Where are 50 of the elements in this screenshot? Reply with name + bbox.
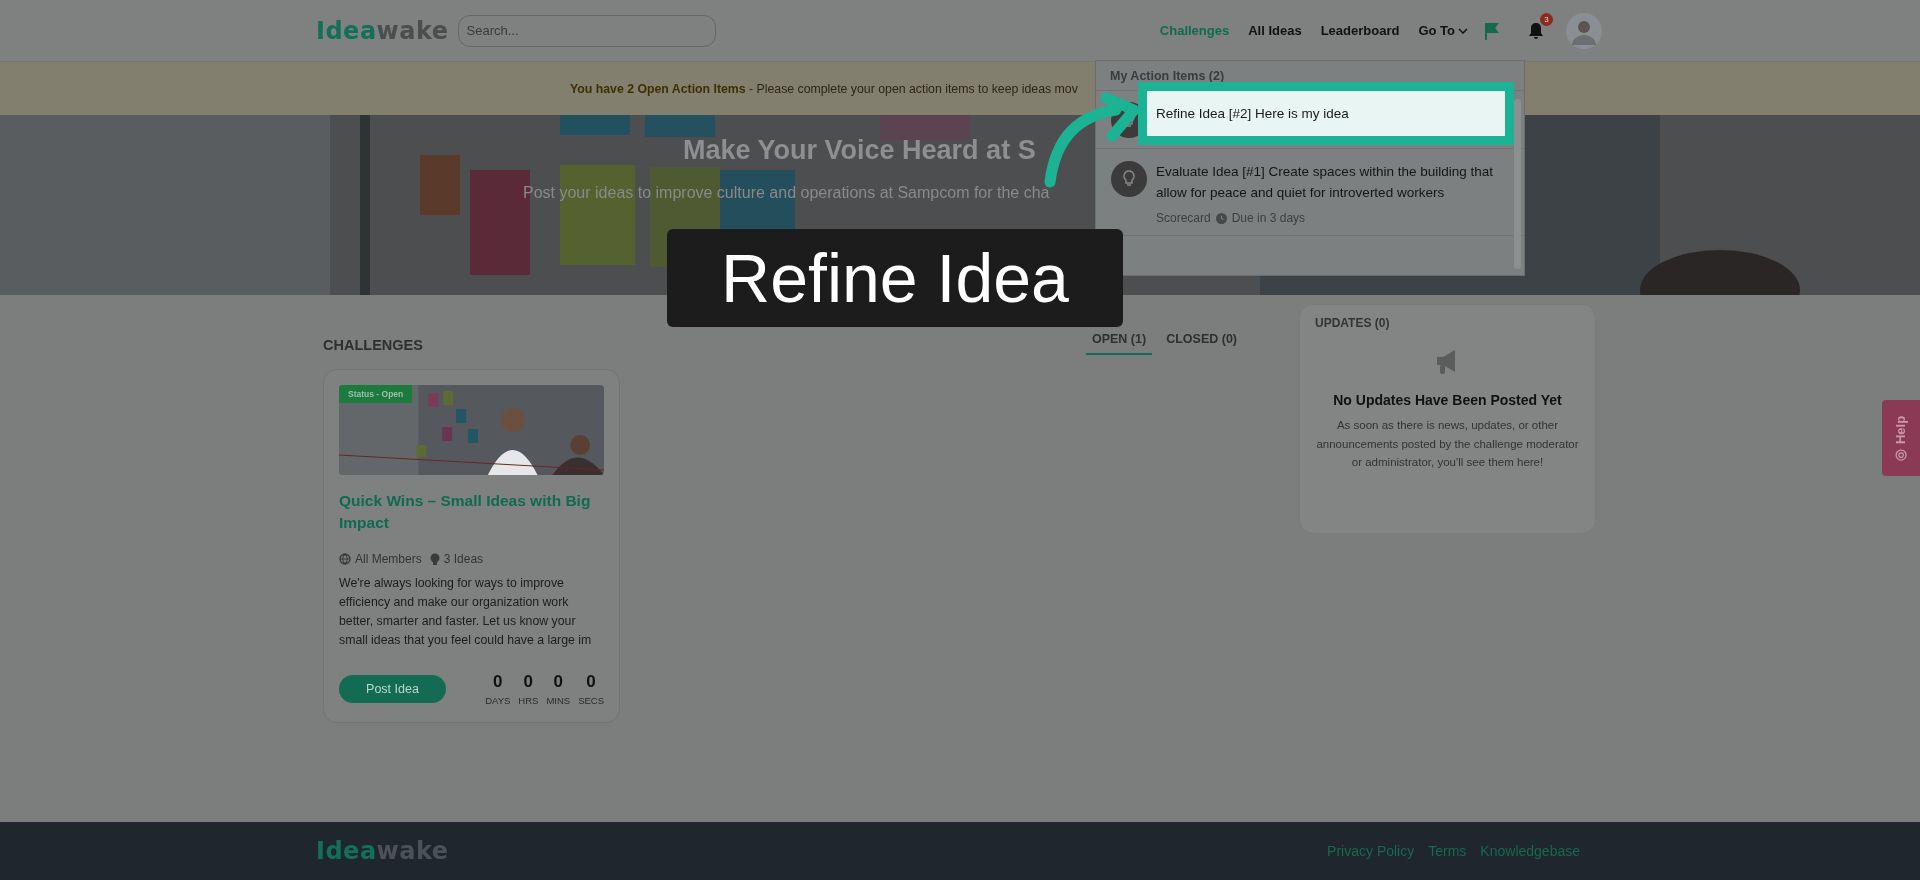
- countdown-value: 0: [523, 672, 534, 692]
- post-idea-button[interactable]: Post Idea: [339, 675, 446, 703]
- countdown-unit: HRS: [518, 695, 539, 706]
- countdown-value: 0: [493, 672, 503, 692]
- hero-title: Make Your Voice Heard at S: [683, 135, 1036, 166]
- nav-link[interactable]: Go To: [1418, 23, 1468, 38]
- highlighted-item[interactable]: Refine Idea [#2] Here is my idea: [1147, 91, 1505, 136]
- nav-link[interactable]: Leaderboard: [1320, 23, 1400, 38]
- notification-badge: 3: [1540, 12, 1553, 26]
- tab[interactable]: OPEN (1): [1085, 329, 1153, 355]
- banner-text: You have 2 Open Action Items - Please complete your open action items to keep ideas mov: [570, 81, 1078, 96]
- footer-link[interactable]: Privacy Policy: [1327, 843, 1415, 859]
- bulb-icon: [429, 552, 440, 566]
- lifebuoy-icon: [1895, 448, 1907, 461]
- tutorial-caption: Refine Idea: [667, 229, 1123, 327]
- nav-link[interactable]: All Ideas: [1248, 23, 1302, 38]
- flag-icon[interactable]: [1484, 21, 1500, 40]
- panel-title: UPDATES (0): [1315, 316, 1390, 330]
- hero-subtitle: Post your ideas to improve culture and operations at Sampcom for the cha: [523, 184, 1050, 202]
- clock-icon: [1215, 212, 1227, 224]
- empty-state-text: As soon as there is news, updates, or other announcements posted by the challenge moderator or administrator, you'll see them here!: [1315, 418, 1580, 470]
- lightbulb-icon: [1111, 161, 1147, 197]
- countdown-value: 0: [586, 672, 596, 692]
- countdown-unit: SECS: [578, 695, 604, 706]
- countdown-unit: DAYS: [485, 695, 511, 706]
- section-title: CHALLENGES: [323, 336, 424, 353]
- action-type: Scorecard: [1156, 211, 1211, 225]
- avatar-icon[interactable]: [1566, 12, 1602, 49]
- help-label: Help: [1893, 415, 1909, 444]
- nav-link[interactable]: Challenges: [1159, 23, 1230, 38]
- countdown-unit: MINS: [546, 695, 571, 706]
- bell-icon[interactable]: [1528, 21, 1544, 40]
- footer-link[interactable]: Terms: [1428, 843, 1467, 859]
- due-label: Due in 3 days: [1231, 211, 1306, 225]
- status-badge: Status - Open: [339, 385, 413, 403]
- action-item-text[interactable]: Evaluate Idea [#1] Create spaces within the building that allow for peace and quiet for introverted workers: [1156, 161, 1504, 203]
- ideas-count: 3 Ideas: [443, 552, 484, 566]
- tab[interactable]: CLOSED (0): [1160, 329, 1243, 355]
- challenge-description: We're always looking for ways to improve efficiency and make our organization work better, smarter and faster. Let us know your small ideas that you feel could have a large im: [339, 575, 593, 649]
- help-tab[interactable]: Help: [1882, 400, 1920, 476]
- challenge-card[interactable]: [323, 369, 620, 723]
- footer-link[interactable]: Knowledgebase: [1480, 843, 1580, 859]
- caret-icon: [1458, 27, 1468, 34]
- search-field[interactable]: Search...: [457, 14, 716, 47]
- scrollbar[interactable]: [1514, 99, 1521, 269]
- audience-label: All Members: [355, 552, 422, 566]
- countdown-value: 0: [553, 672, 563, 692]
- empty-state-heading: No Updates Have Been Posted Yet: [1333, 392, 1562, 408]
- globe-icon: [339, 553, 351, 565]
- challenge-title[interactable]: Quick Wins – Small Ideas with Big Impact: [339, 490, 604, 534]
